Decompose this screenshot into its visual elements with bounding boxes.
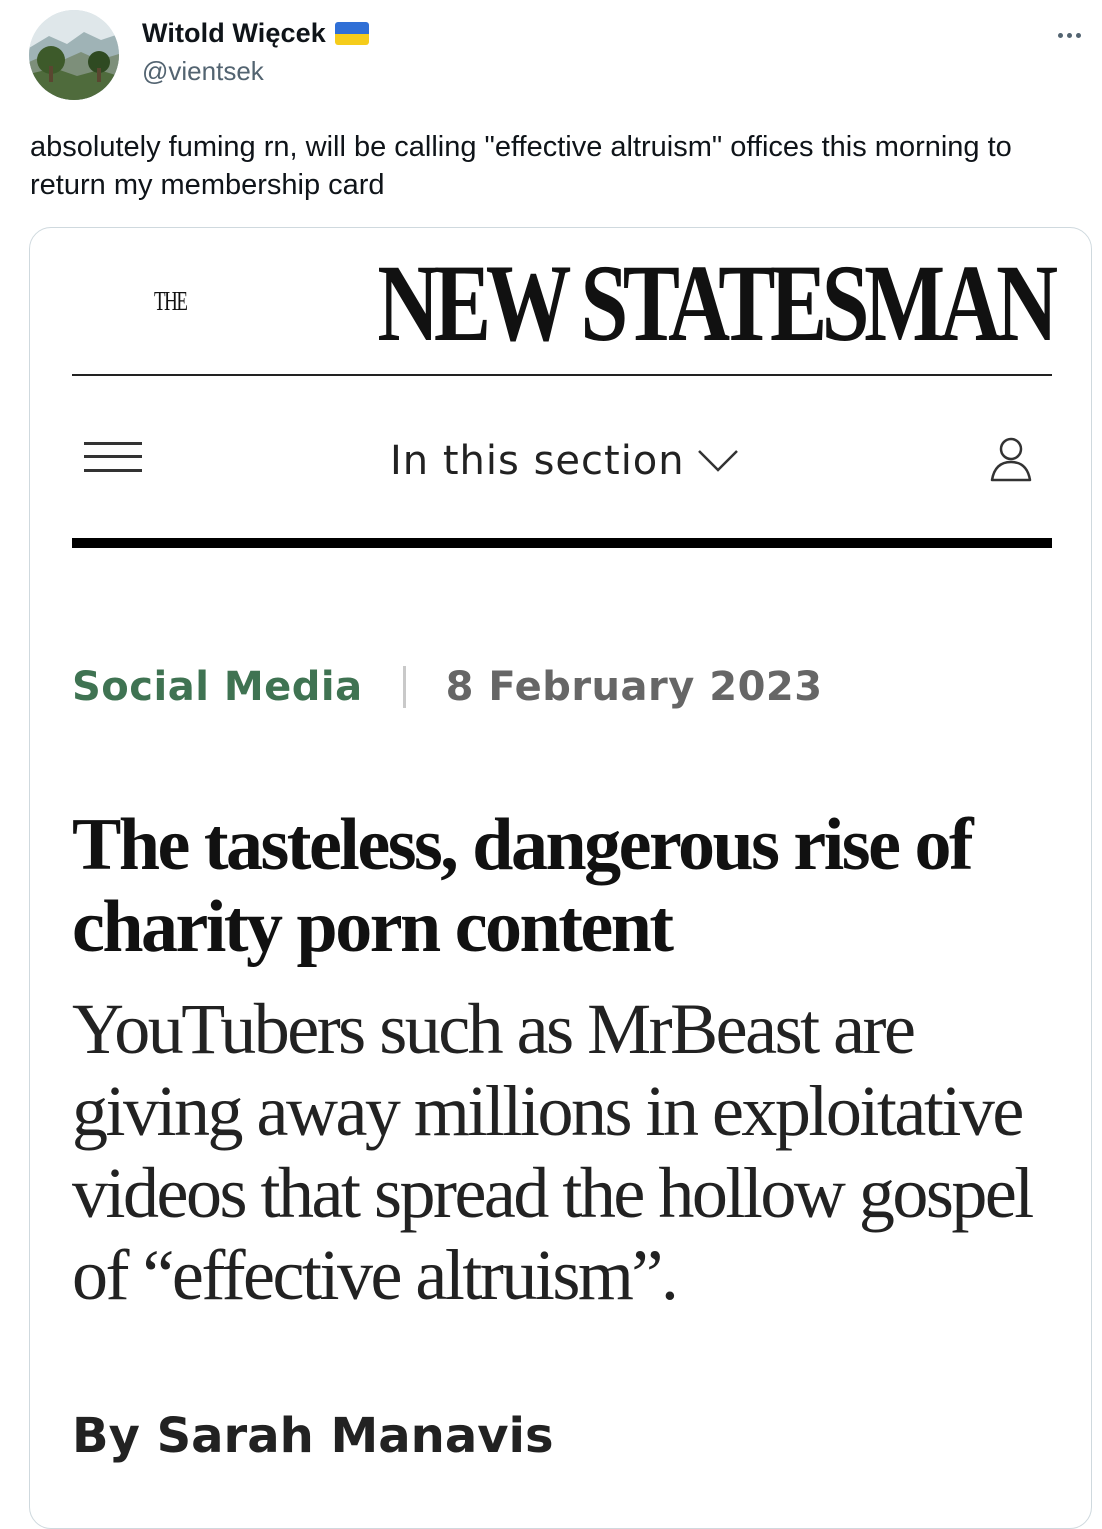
article-navbar: In this section xyxy=(72,428,1052,496)
logo-name: NEW STATESMAN xyxy=(377,242,1059,364)
ellipsis-dot xyxy=(1075,32,1081,38)
user-icon[interactable] xyxy=(989,436,1033,482)
user-handle[interactable]: @vientsek xyxy=(142,56,264,87)
meta-divider xyxy=(402,666,406,708)
ellipsis-dot xyxy=(1066,32,1072,38)
tweet-text: absolutely fuming rn, will be calling "e… xyxy=(30,131,1012,201)
article-meta: Social Media 8 February 2023 xyxy=(72,662,823,712)
more-options-button[interactable] xyxy=(1049,20,1089,50)
publish-date: 8 February 2023 xyxy=(445,664,823,710)
article-card[interactable]: THE NEW STATESMAN In this section Social… xyxy=(29,227,1092,1529)
article-byline: By Sarah Manavis xyxy=(72,1408,554,1464)
publication-logo: THE NEW STATESMAN xyxy=(140,242,1059,364)
logo-the: THE xyxy=(153,286,188,316)
masthead-divider xyxy=(72,374,1052,376)
section-dropdown-label[interactable]: In this section xyxy=(390,438,685,484)
tweet-header: Witold Więcek @vientsek xyxy=(29,10,1089,106)
avatar-landscape-image xyxy=(29,10,119,100)
article-standfirst: YouTubers such as MrBeast are giving awa… xyxy=(72,989,1034,1315)
display-name[interactable]: Witold Więcek xyxy=(142,18,326,49)
ellipsis-icon xyxy=(1057,32,1063,38)
hamburger-icon[interactable] xyxy=(84,442,142,480)
article-headline: The tasteless, dangerous rise of charity… xyxy=(72,804,974,968)
display-name-row: Witold Więcek xyxy=(142,18,369,49)
category-tag[interactable]: Social Media xyxy=(72,664,363,710)
avatar[interactable] xyxy=(29,10,119,100)
navbar-divider xyxy=(72,538,1052,548)
chevron-down-icon[interactable] xyxy=(697,448,739,474)
ukraine-flag-icon xyxy=(334,22,369,45)
